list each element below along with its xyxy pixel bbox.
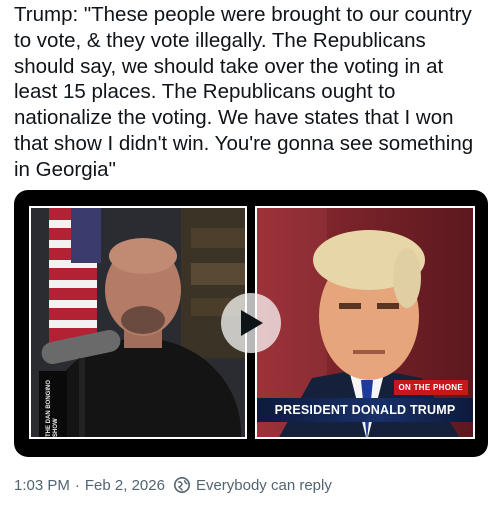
show-logo: THE DAN BONGINO SHOW [39, 371, 67, 437]
on-the-phone-label: ON THE PHONE [393, 380, 468, 395]
post-date[interactable]: Feb 2, 2026 [85, 477, 165, 494]
video-left-panel: THE DAN BONGINO SHOW [29, 206, 247, 439]
video-player[interactable]: THE DAN BONGINO SHOW ON THE PHONE PRESID… [14, 190, 488, 457]
video-right-panel: ON THE PHONE PRESIDENT DONALD TRUMP [255, 206, 475, 439]
globe-icon [173, 477, 190, 493]
post-meta: 1:03 PM · Feb 2, 2026 Everybody can repl… [14, 476, 332, 494]
reply-setting-label: Everybody can reply [195, 476, 332, 494]
play-button[interactable] [221, 293, 281, 353]
post-text: Trump: "These people were brought to our… [14, 3, 474, 181]
play-icon [241, 310, 263, 336]
post-time[interactable]: 1:03 PM [14, 477, 70, 494]
meta-separator: · [74, 476, 80, 494]
reply-setting[interactable]: Everybody can reply [173, 476, 332, 494]
lower-third-caption: PRESIDENT DONALD TRUMP [257, 398, 473, 422]
